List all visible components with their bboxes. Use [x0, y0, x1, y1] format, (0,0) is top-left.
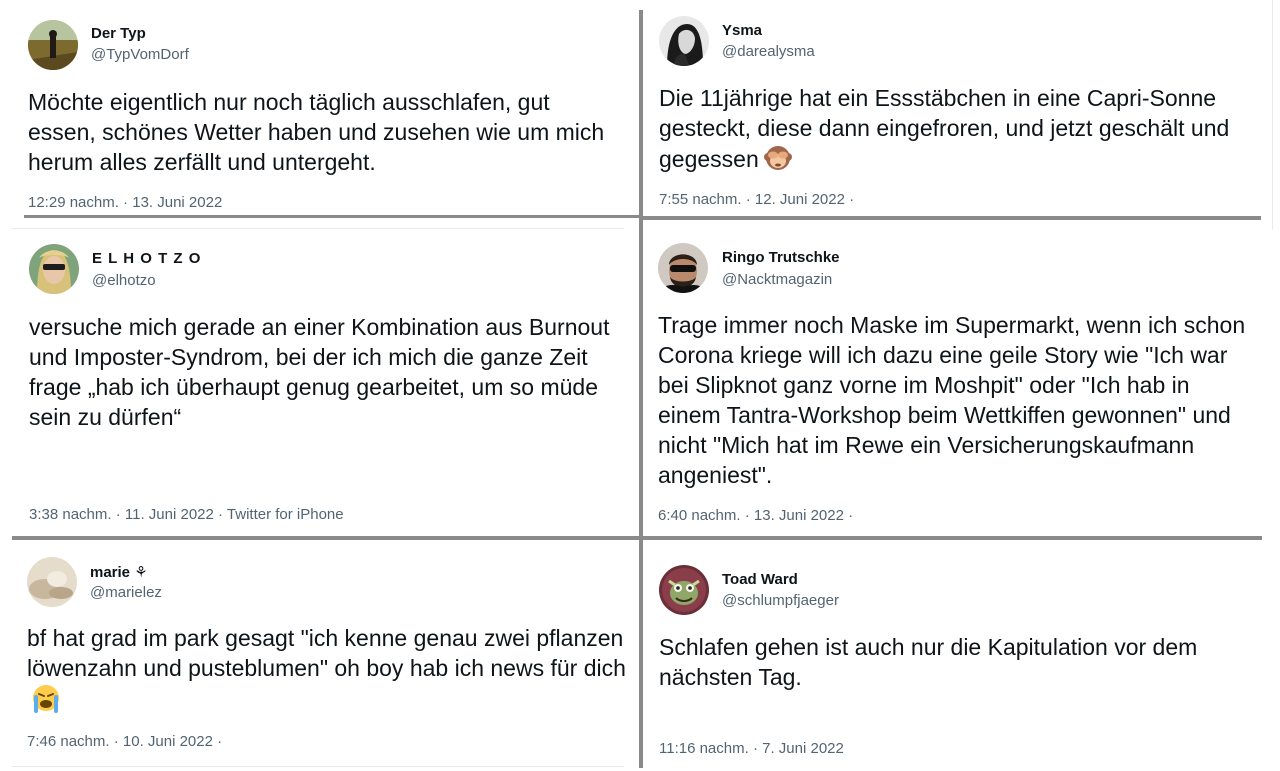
tweet-text: bf hat grad im park gesagt "ich kenne ge…: [27, 623, 627, 714]
avatar[interactable]: [29, 244, 79, 294]
tweet-separator-line: [12, 766, 624, 767]
tweet-timestamp[interactable]: 11:16 nachm. · 7. Juni 2022: [659, 740, 844, 757]
tweet-card-marielez[interactable]: marie ⚘ @marielez bf hat grad im park ge…: [12, 543, 638, 766]
tweet-text: Die 11jährige hat ein Essstäbchen in ein…: [659, 83, 1239, 174]
tweet-text-body: Die 11jährige hat ein Essstäbchen in ein…: [659, 85, 1230, 172]
tweet-timestamp[interactable]: 3:38 nachm. · 11. Juni 2022 · Twitter fo…: [29, 506, 344, 523]
tweet-timestamp[interactable]: 12:29 nachm. · 13. Juni 2022: [28, 194, 222, 211]
collage-divider-horizontal-middle: [12, 536, 1262, 540]
tweet-card-typvomdorf[interactable]: Der Typ @TypVomDorf Möchte eigentlich nu…: [12, 10, 638, 217]
author-name[interactable]: Ysma: [722, 22, 762, 39]
author-name[interactable]: Ringo Trutschke: [722, 249, 840, 266]
collage-divider-horizontal-top-left: [24, 215, 640, 218]
collage-divider-vertical: [639, 10, 643, 768]
tweet-timestamp[interactable]: 6:40 nachm. · 13. Juni 2022 ·: [658, 507, 853, 524]
avatar[interactable]: [659, 565, 709, 615]
tweet-timestamp[interactable]: 7:55 nachm. · 12. Juni 2022 ·: [659, 191, 854, 208]
author-handle[interactable]: @marielez: [90, 584, 162, 601]
blond-man-sunglasses-avatar-icon: [29, 244, 79, 294]
black-white-portrait-avatar-icon: [659, 16, 709, 66]
tweet-card-schlumpfjaeger[interactable]: Toad Ward @schlumpfjaeger Schlafen gehen…: [644, 543, 1264, 766]
see-no-evil-monkey-emoji-icon: [763, 143, 793, 173]
tweet-text: Trage immer noch Maske im Supermarkt, we…: [658, 312, 1246, 488]
tweet-text: versuche mich gerade an einer Kombinatio…: [29, 314, 610, 430]
author-handle[interactable]: @darealysma: [722, 43, 815, 60]
author-name[interactable]: E L H O T Z O: [92, 250, 201, 267]
person-in-field-avatar-icon: [28, 20, 78, 70]
author-handle[interactable]: @schlumpfjaeger: [722, 592, 839, 609]
avatar[interactable]: [27, 557, 77, 607]
beige-blurred-photo-avatar-icon: [27, 557, 77, 607]
tweet-text: Schlafen gehen ist auch nur die Kapitula…: [659, 634, 1198, 690]
tweet-text-body: bf hat grad im park gesagt "ich kenne ge…: [27, 625, 626, 681]
author-handle[interactable]: @Nacktmagazin: [722, 271, 832, 288]
avatar[interactable]: [28, 20, 78, 70]
author-name[interactable]: Toad Ward: [722, 571, 798, 588]
tweet-text: Möchte eigentlich nur noch täglich aussc…: [28, 89, 605, 175]
bearded-man-sunglasses-avatar-icon: [658, 243, 708, 293]
author-name[interactable]: Der Typ: [91, 25, 146, 42]
author-name[interactable]: marie ⚘: [90, 563, 148, 581]
tweet-separator-line: [1272, 0, 1273, 230]
avatar[interactable]: [659, 16, 709, 66]
tweet-separator-line: [12, 228, 624, 229]
tweet-timestamp[interactable]: 7:46 nachm. · 10. Juni 2022 ·: [27, 733, 222, 750]
loudly-crying-face-emoji-icon: [31, 683, 61, 713]
tweet-card-nacktmagazin[interactable]: Ringo Trutschke @Nacktmagazin Trage imme…: [644, 228, 1264, 533]
tweet-card-elhotzo[interactable]: E L H O T Z O @elhotzo versuche mich ger…: [12, 228, 638, 533]
avatar[interactable]: [658, 243, 708, 293]
author-handle[interactable]: @TypVomDorf: [91, 46, 189, 63]
cartoon-creature-avatar-icon: [659, 565, 709, 615]
tweet-card-darealysma[interactable]: Ysma @darealysma Die 11jährige hat ein E…: [644, 8, 1264, 216]
collage-divider-horizontal-top-right: [643, 216, 1261, 220]
author-handle[interactable]: @elhotzo: [92, 272, 156, 289]
